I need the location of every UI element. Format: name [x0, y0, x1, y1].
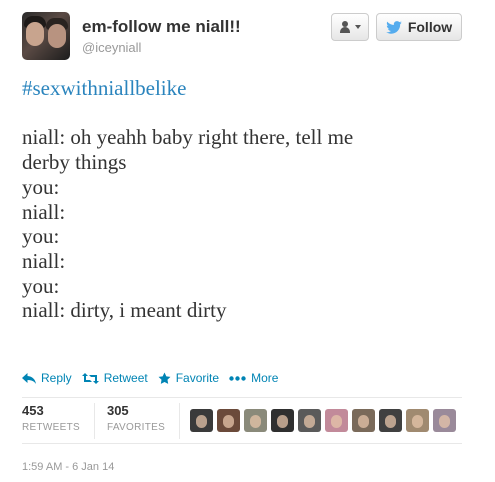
tweet-line: niall: oh yeahh baby right there, tell m… — [22, 125, 354, 150]
tweet-line: niall: — [22, 248, 66, 273]
tweet-line: derby things — [22, 150, 127, 175]
favoriter-avatar[interactable] — [352, 409, 375, 432]
avatar-detail — [48, 24, 66, 48]
reply-icon — [22, 372, 36, 384]
tweet-actions: Reply Retweet Favorite More — [22, 369, 288, 387]
divider — [22, 443, 462, 444]
favoriter-avatar[interactable] — [217, 409, 240, 432]
user-icon — [339, 21, 351, 33]
favoriter-avatar[interactable] — [433, 409, 456, 432]
tweet-line: you: — [22, 273, 60, 298]
more-dots-icon — [229, 375, 246, 381]
tweet-blank-line: ​ — [22, 101, 462, 126]
user-full-name[interactable]: em-follow me niall!! — [82, 17, 241, 37]
twitter-bird-icon — [386, 20, 402, 34]
favoriter-avatars — [190, 409, 460, 432]
favoriter-avatar[interactable] — [190, 409, 213, 432]
tweet-line: you: — [22, 174, 60, 199]
retweet-icon — [81, 372, 99, 384]
tweet-text: #sexwithniallbelike ​ niall: oh yeahh ba… — [22, 76, 462, 323]
retweets-label: RETWEETS — [22, 422, 80, 433]
tweet-stats: 453 RETWEETS 305 FAVORITES — [22, 403, 192, 439]
retweet-action[interactable]: Retweet — [81, 371, 148, 385]
follow-button[interactable]: Follow — [376, 13, 462, 41]
reply-action[interactable]: Reply — [22, 371, 72, 385]
hashtag-link[interactable]: #sexwithniallbelike — [22, 76, 462, 101]
favoriter-avatar[interactable] — [325, 409, 348, 432]
reply-label: Reply — [41, 371, 72, 385]
tweet-timestamp[interactable]: 1:59 AM - 6 Jan 14 — [22, 461, 114, 473]
more-action[interactable]: More — [229, 371, 278, 385]
favoriter-avatar[interactable] — [379, 409, 402, 432]
follow-button-label: Follow — [407, 19, 453, 35]
favorite-action[interactable]: Favorite — [158, 371, 219, 385]
retweet-label: Retweet — [103, 371, 148, 385]
tweet-line: niall: — [22, 199, 66, 224]
favoriter-avatar[interactable] — [298, 409, 321, 432]
more-label: More — [251, 371, 279, 385]
favoriter-avatar[interactable] — [406, 409, 429, 432]
favorite-label: Favorite — [175, 371, 220, 385]
star-icon — [158, 372, 171, 384]
favorites-count: 305 — [106, 403, 129, 418]
favoriter-avatar[interactable] — [244, 409, 267, 432]
favorites-label: FAVORITES — [106, 422, 166, 433]
retweets-stat[interactable]: 453 RETWEETS — [22, 403, 95, 439]
tweet-line: you: — [22, 224, 60, 249]
avatar-detail — [26, 22, 44, 46]
user-actions-dropdown-button[interactable] — [331, 13, 369, 41]
favorites-stat[interactable]: 305 FAVORITES — [106, 403, 181, 439]
user-screen-name[interactable]: @iceyniall — [82, 40, 141, 55]
favoriter-avatar[interactable] — [271, 409, 294, 432]
retweets-count: 453 — [22, 403, 44, 418]
divider — [22, 397, 462, 398]
profile-avatar[interactable] — [22, 12, 70, 60]
tweet-line: niall: dirty, i meant dirty — [22, 298, 227, 323]
chevron-down-icon — [355, 25, 361, 29]
